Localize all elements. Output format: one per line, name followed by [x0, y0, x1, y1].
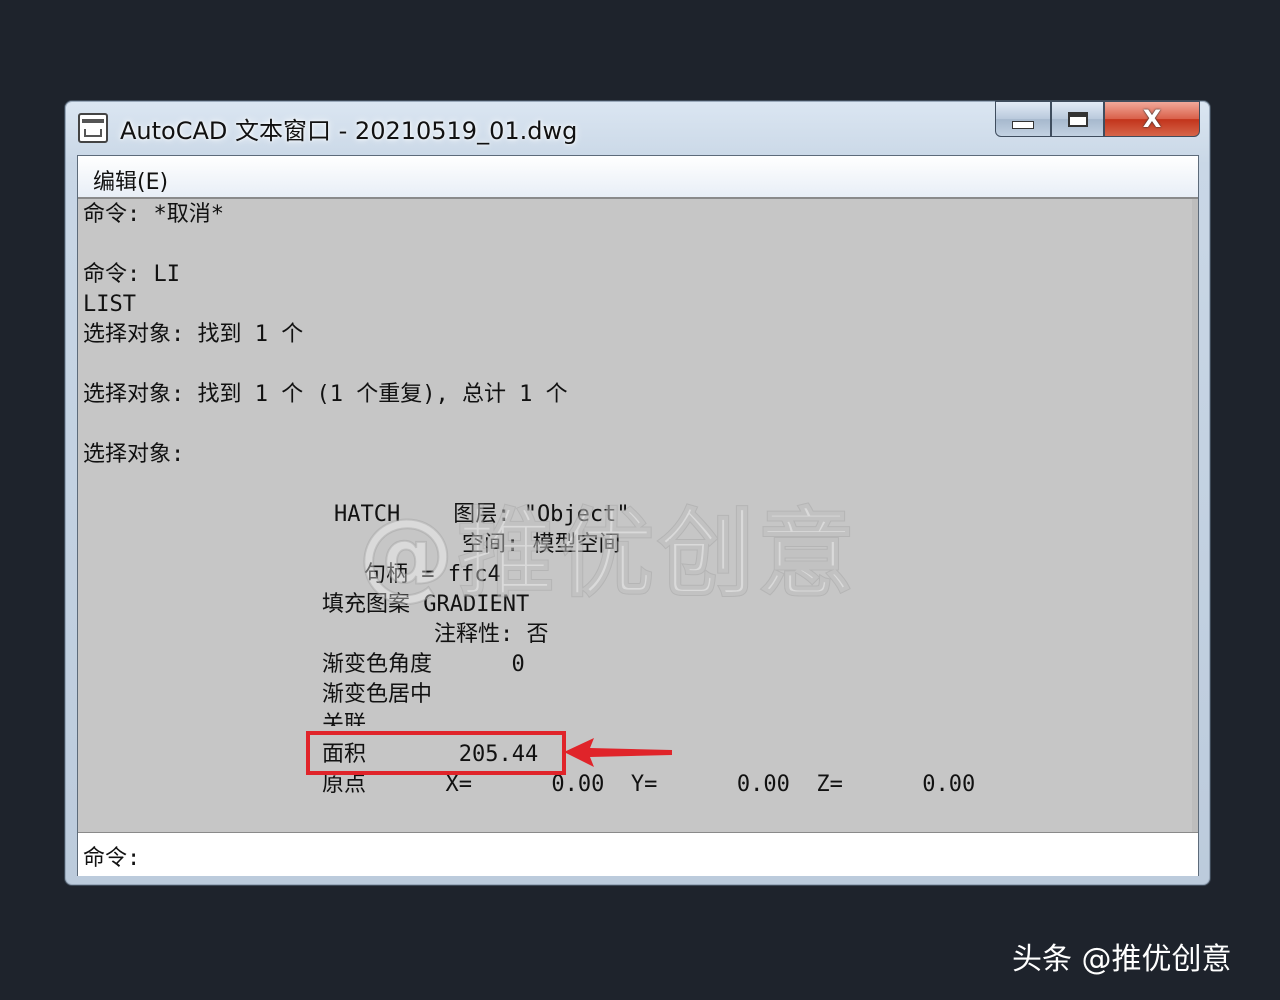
command-line[interactable]: 命令: — [78, 832, 1198, 876]
command-history[interactable]: 命令: *取消* 命令: LI LIST 选择对象: 找到 1 个 选择对象: … — [78, 199, 1198, 832]
history-line: 命令: *取消* — [83, 202, 224, 227]
close-icon: X — [1142, 105, 1162, 133]
command-prompt: 命令: — [83, 846, 141, 871]
list-associative: 关联 — [322, 712, 367, 726]
window-title: AutoCAD 文本窗口 - 20210519_01.dwg — [120, 117, 578, 145]
minimize-icon — [1012, 121, 1034, 129]
menu-bar: 编辑(E) — [78, 156, 1198, 199]
text-window-client: 编辑(E) 命令: *取消* 命令: LI LIST 选择对象: 找到 1 个 … — [77, 155, 1199, 876]
footer-watermark: 头条 @推优创意 — [1012, 942, 1232, 977]
red-arrow-icon — [564, 738, 672, 767]
area-highlight-box — [306, 731, 566, 775]
list-annotative: 注释性: 否 — [434, 622, 549, 647]
close-button[interactable]: X — [1104, 101, 1200, 137]
maximize-button[interactable] — [1051, 101, 1104, 137]
maximize-icon — [1067, 111, 1088, 127]
history-line: 选择对象: 找到 1 个 — [83, 322, 304, 347]
list-gradient-center: 渐变色居中 — [322, 682, 433, 707]
autocad-text-window: AutoCAD 文本窗口 - 20210519_01.dwg X 编辑(E) 命… — [64, 100, 1211, 886]
autocad-app-icon[interactable] — [78, 113, 108, 143]
history-line: 选择对象: 找到 1 个 (1 个重复), 总计 1 个 — [83, 382, 568, 407]
title-bar[interactable]: AutoCAD 文本窗口 - 20210519_01.dwg X — [65, 101, 1210, 155]
list-origin: 原点 X= 0.00 Y= 0.00 Z= 0.00 — [322, 772, 976, 797]
history-line: LIST — [83, 292, 136, 317]
history-line: 命令: LI — [83, 262, 180, 287]
minimize-button[interactable] — [995, 101, 1051, 137]
menu-edit[interactable]: 编辑(E) — [93, 164, 168, 196]
scrollbar[interactable] — [1192, 199, 1198, 832]
watermark-text: @推优创意 — [357, 497, 858, 611]
history-line: 选择对象: — [83, 442, 185, 467]
list-gradient-angle: 渐变色角度 0 — [322, 652, 525, 677]
